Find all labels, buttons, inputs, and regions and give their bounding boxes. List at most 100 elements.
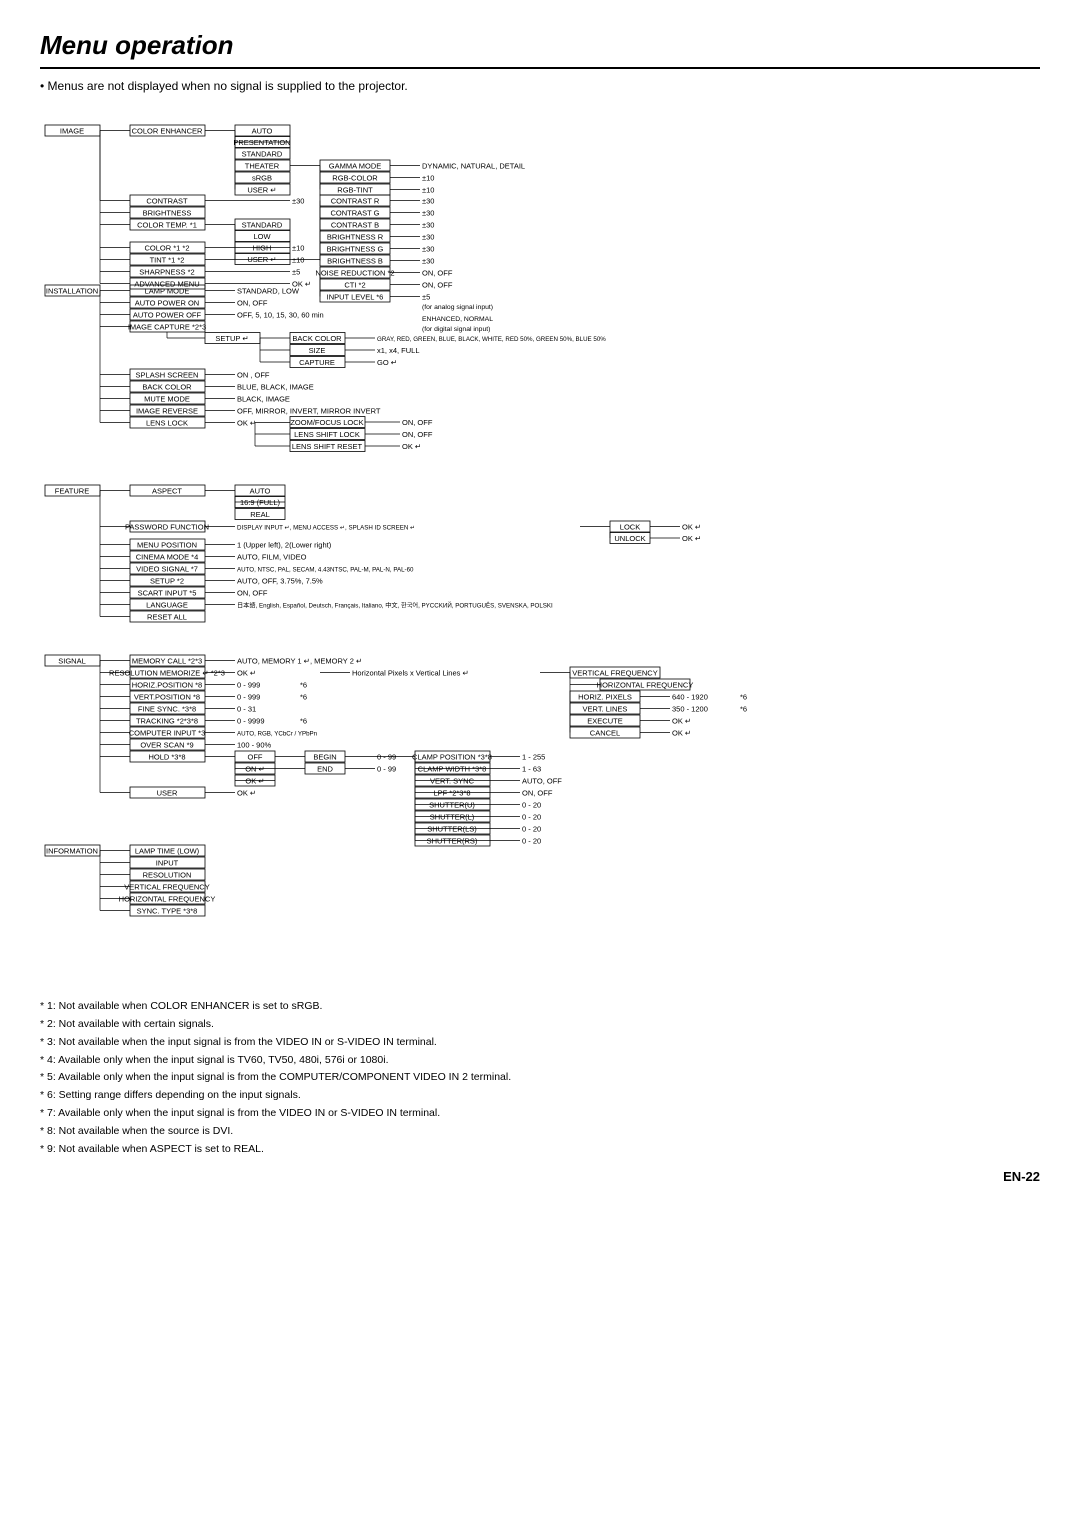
page-title: Menu operation <box>40 30 1040 69</box>
svg-text:0 - 20: 0 - 20 <box>522 813 541 822</box>
svg-text:ZOOM/FOCUS LOCK: ZOOM/FOCUS LOCK <box>290 418 363 427</box>
svg-text:AUTO: AUTO <box>252 127 273 136</box>
svg-text:SETUP ↵: SETUP ↵ <box>215 334 248 343</box>
svg-text:VERTICAL FREQUENCY: VERTICAL FREQUENCY <box>572 669 657 678</box>
svg-text:±5: ±5 <box>422 293 430 302</box>
svg-text:BRIGHTNESS B: BRIGHTNESS B <box>327 257 383 266</box>
svg-text:AUTO, RGB, YCbCr / YPbPn: AUTO, RGB, YCbCr / YPbPn <box>237 731 318 738</box>
svg-text:VERT.POSITION *8: VERT.POSITION *8 <box>134 693 200 702</box>
svg-text:LAMP MODE: LAMP MODE <box>145 287 190 296</box>
svg-text:MEMORY CALL *2*3: MEMORY CALL *2*3 <box>132 657 202 666</box>
svg-text:ON, OFF: ON, OFF <box>402 418 433 427</box>
footnote-3: * 3: Not available when the input signal… <box>40 1034 1040 1052</box>
svg-text:AUTO, FILM, VIDEO: AUTO, FILM, VIDEO <box>237 553 307 562</box>
svg-text:STANDARD: STANDARD <box>242 150 283 159</box>
footnote-7: * 7: Available only when the input signa… <box>40 1105 1040 1123</box>
svg-text:HORIZ. PIXELS: HORIZ. PIXELS <box>578 693 632 702</box>
svg-text:INPUT: INPUT <box>156 859 179 868</box>
svg-text:BACK COLOR: BACK COLOR <box>292 334 342 343</box>
svg-text:RESOLUTION: RESOLUTION <box>143 871 192 880</box>
svg-text:SPLASH SCREEN: SPLASH SCREEN <box>136 371 199 380</box>
svg-text:0 - 999: 0 - 999 <box>237 693 260 702</box>
svg-text:±30: ±30 <box>422 233 434 242</box>
svg-text:*6: *6 <box>740 705 747 714</box>
svg-text:±30: ±30 <box>422 197 434 206</box>
svg-text:LPF *2*3*8: LPF *2*3*8 <box>433 789 470 798</box>
svg-text:LANGUAGE: LANGUAGE <box>146 601 188 610</box>
svg-text:HORIZ.POSITION *8: HORIZ.POSITION *8 <box>132 681 202 690</box>
svg-text:VERTICAL FREQUENCY: VERTICAL FREQUENCY <box>124 883 209 892</box>
svg-text:0 - 20: 0 - 20 <box>522 801 541 810</box>
svg-text:AUTO POWER OFF: AUTO POWER OFF <box>133 311 202 320</box>
svg-text:BACK COLOR: BACK COLOR <box>142 383 192 392</box>
svg-text:OVER SCAN *9: OVER SCAN *9 <box>140 741 193 750</box>
svg-text:AUTO, OFF, 3.75%, 7.5%: AUTO, OFF, 3.75%, 7.5% <box>237 577 323 586</box>
svg-text:OK ↵: OK ↵ <box>237 789 256 798</box>
page-number: EN-22 <box>40 1169 1040 1184</box>
svg-text:CAPTURE: CAPTURE <box>299 358 335 367</box>
svg-text:DYNAMIC, NATURAL, DETAIL: DYNAMIC, NATURAL, DETAIL <box>422 162 525 171</box>
svg-text:RGB-COLOR: RGB-COLOR <box>332 174 378 183</box>
svg-text:INFORMATION: INFORMATION <box>46 847 98 856</box>
svg-text:VERT. LINES: VERT. LINES <box>583 705 628 714</box>
svg-text:SIGNAL: SIGNAL <box>58 657 86 666</box>
svg-text:HORIZONTAL FREQUENCY: HORIZONTAL FREQUENCY <box>597 681 694 690</box>
footnote-6: * 6: Setting range differs depending on … <box>40 1087 1040 1105</box>
svg-text:±10: ±10 <box>422 174 434 183</box>
svg-text:SHUTTER(RS): SHUTTER(RS) <box>427 837 478 846</box>
svg-text:±10: ±10 <box>292 244 304 253</box>
svg-text:sRGB: sRGB <box>252 174 272 183</box>
svg-text:MENU POSITION: MENU POSITION <box>137 541 197 550</box>
svg-text:CONTRAST G: CONTRAST G <box>330 209 379 218</box>
svg-text:LAMP TIME (LOW): LAMP TIME (LOW) <box>135 847 200 856</box>
svg-text:±10: ±10 <box>292 256 304 265</box>
svg-text:1 - 63: 1 - 63 <box>522 765 541 774</box>
svg-text:0 - 20: 0 - 20 <box>522 825 541 834</box>
svg-text:350 - 1200: 350 - 1200 <box>672 705 708 714</box>
svg-text:GAMMA MODE: GAMMA MODE <box>329 162 382 171</box>
svg-text:BLUE, BLACK, IMAGE: BLUE, BLACK, IMAGE <box>237 383 314 392</box>
svg-text:NOISE REDUCTION *2: NOISE REDUCTION *2 <box>315 269 394 278</box>
svg-text:BRIGHTNESS R: BRIGHTNESS R <box>327 233 384 242</box>
svg-text:VIDEO SIGNAL *7: VIDEO SIGNAL *7 <box>136 565 198 574</box>
svg-text:LOCK: LOCK <box>620 523 640 532</box>
svg-text:SYNC. TYPE *3*8: SYNC. TYPE *3*8 <box>137 907 198 916</box>
svg-text:ON ↵: ON ↵ <box>245 765 265 774</box>
svg-text:LENS LOCK: LENS LOCK <box>146 419 188 428</box>
svg-text:IMAGE: IMAGE <box>60 127 84 136</box>
svg-text:100 - 90%: 100 - 90% <box>237 741 272 750</box>
svg-text:±30: ±30 <box>422 245 434 254</box>
svg-text:OK ↵: OK ↵ <box>672 729 691 738</box>
svg-text:STANDARD, LOW: STANDARD, LOW <box>237 287 300 296</box>
svg-text:CONTRAST R: CONTRAST R <box>331 197 380 206</box>
svg-text:±30: ±30 <box>422 257 434 266</box>
svg-text:*6: *6 <box>740 693 747 702</box>
svg-text:REAL: REAL <box>250 510 270 519</box>
svg-text:RGB-TINT: RGB-TINT <box>337 186 373 195</box>
svg-text:AUTO POWER ON: AUTO POWER ON <box>135 299 199 308</box>
svg-text:OK ↵: OK ↵ <box>682 534 701 543</box>
svg-text:±30: ±30 <box>422 209 434 218</box>
svg-text:LENS SHIFT RESET: LENS SHIFT RESET <box>292 442 363 451</box>
svg-text:PASSWORD FUNCTION: PASSWORD FUNCTION <box>125 523 209 532</box>
svg-text:0 - 31: 0 - 31 <box>237 705 256 714</box>
svg-text:IMAGE REVERSE: IMAGE REVERSE <box>136 407 198 416</box>
svg-text:END: END <box>317 765 333 774</box>
footnote-9: * 9: Not available when ASPECT is set to… <box>40 1141 1040 1159</box>
svg-text:EXECUTE: EXECUTE <box>587 717 622 726</box>
svg-text:BLACK, IMAGE: BLACK, IMAGE <box>237 395 290 404</box>
intro-text: Menus are not displayed when no signal i… <box>40 79 1040 93</box>
svg-text:OFF, MIRROR, INVERT, MIRROR IN: OFF, MIRROR, INVERT, MIRROR INVERT <box>237 407 381 416</box>
svg-text:COLOR ENHANCER: COLOR ENHANCER <box>132 127 203 136</box>
svg-text:SHARPNESS *2: SHARPNESS *2 <box>139 268 194 277</box>
svg-text:OK ↵: OK ↵ <box>245 777 264 786</box>
svg-text:*6: *6 <box>300 717 307 726</box>
svg-text:PRESENTATION: PRESENTATION <box>233 138 290 147</box>
svg-text:CANCEL: CANCEL <box>590 729 620 738</box>
svg-text:TRACKING *2*3*8: TRACKING *2*3*8 <box>136 717 198 726</box>
svg-text:AUTO: AUTO <box>250 487 271 496</box>
svg-text:SCART INPUT *5: SCART INPUT *5 <box>138 589 197 598</box>
svg-text:ON, OFF: ON, OFF <box>237 589 268 598</box>
svg-text:ON, OFF: ON, OFF <box>402 430 433 439</box>
svg-text:OK ↵: OK ↵ <box>237 419 256 428</box>
